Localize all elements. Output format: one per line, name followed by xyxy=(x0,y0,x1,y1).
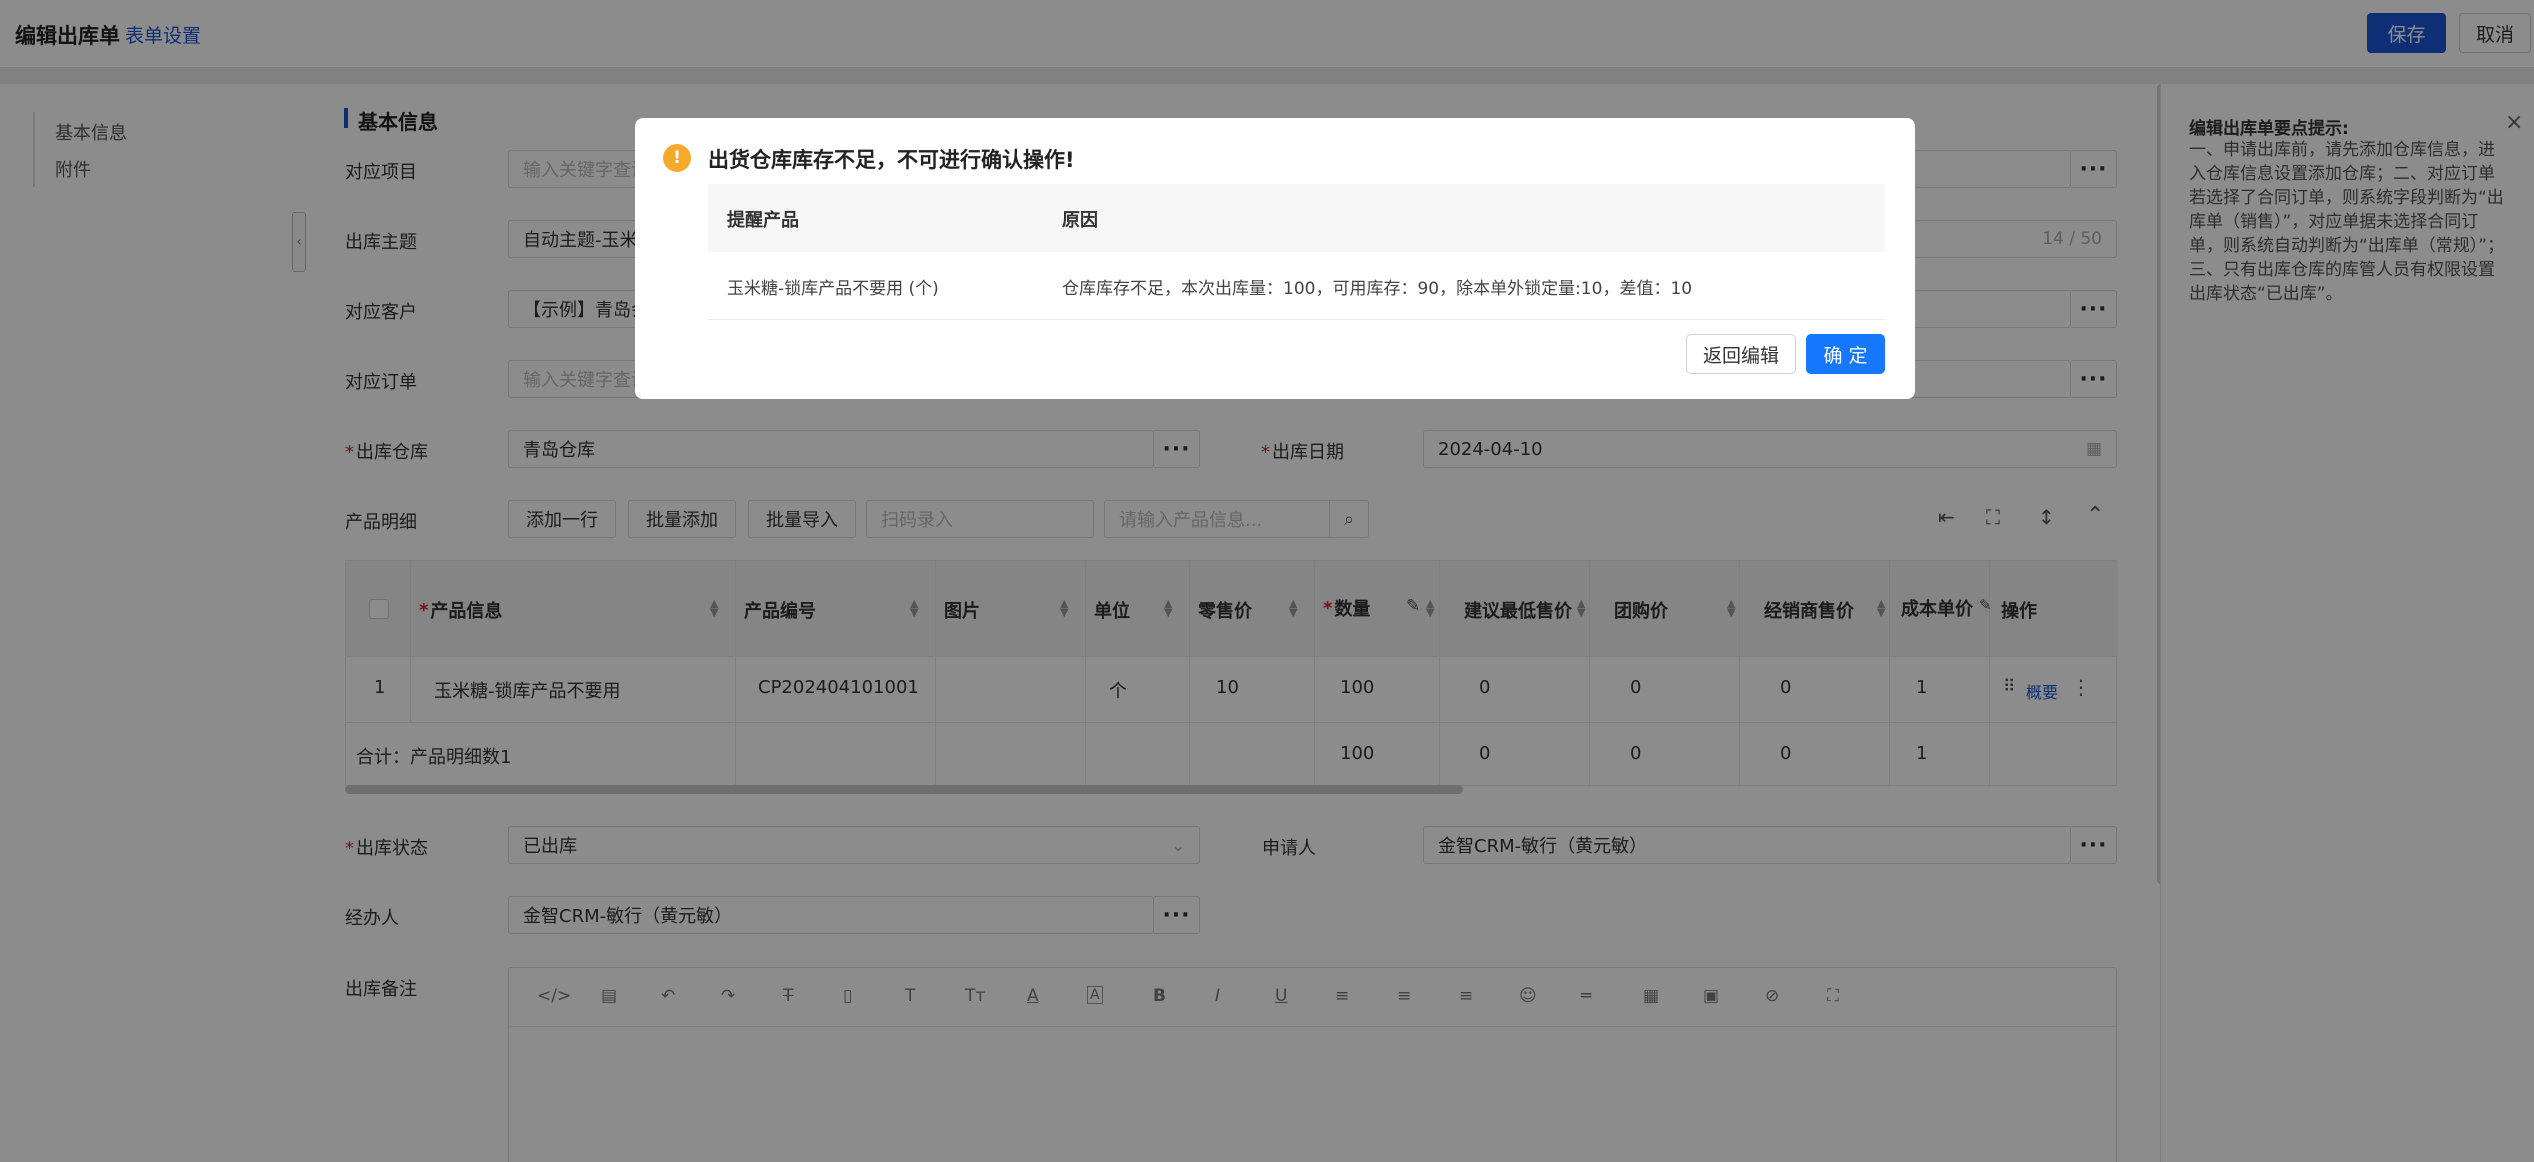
warning-row-product: 玉米糖-锁库产品不要用 (个) xyxy=(727,279,939,299)
back-to-edit-button[interactable]: 返回编辑 xyxy=(1686,334,1796,374)
warning-icon: ! xyxy=(663,144,691,172)
col-reminder-product: 提醒产品 xyxy=(727,210,799,231)
confirm-button[interactable]: 确 定 xyxy=(1806,334,1885,374)
warning-table: 提醒产品 原因 玉米糖-锁库产品不要用 (个) 仓库库存不足，本次出库量：100… xyxy=(708,184,1885,320)
dialog-title: 出货仓库库存不足，不可进行确认操作! xyxy=(708,148,1075,172)
warning-row-reason: 仓库库存不足，本次出库量：100，可用库存：90，除本单外锁定量:10，差值：1… xyxy=(1062,279,1693,299)
col-reason: 原因 xyxy=(1062,210,1098,231)
stock-warning-dialog: ! 出货仓库库存不足，不可进行确认操作! 提醒产品 原因 玉米糖-锁库产品不要用… xyxy=(635,118,1915,399)
warning-table-header xyxy=(708,184,1885,252)
